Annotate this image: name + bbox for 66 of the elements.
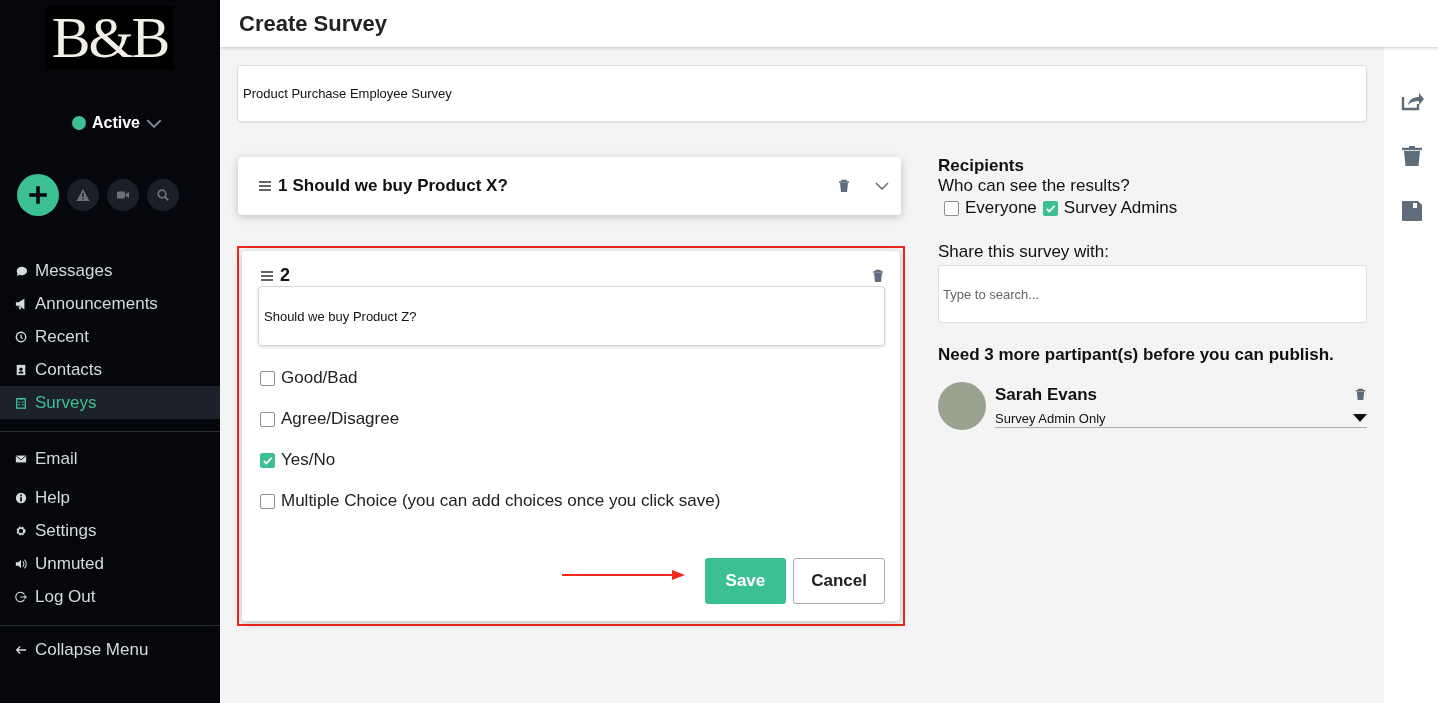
checkbox[interactable] — [260, 493, 275, 509]
nav-item[interactable]: Log Out — [0, 580, 220, 613]
question-input[interactable]: Should we buy Product Z? — [258, 286, 885, 346]
checkbox-label: Good/Bad — [281, 368, 358, 388]
chevron-down-icon — [146, 118, 162, 128]
nav-item[interactable]: Unmuted — [0, 547, 220, 580]
chat-bubble-icon — [15, 264, 27, 277]
drag-handle-icon — [260, 269, 274, 282]
nav-item[interactable]: Settings — [0, 514, 220, 547]
arrow-left-icon — [15, 644, 27, 656]
logout-icon — [15, 590, 27, 603]
new-button[interactable] — [17, 174, 59, 216]
clipboard-icon — [15, 396, 27, 409]
speaker-icon — [15, 557, 27, 570]
nav-item[interactable]: Contacts — [0, 353, 220, 386]
trash-icon[interactable] — [837, 179, 851, 193]
question-text: Who can see the results? — [938, 176, 1131, 196]
status-dot — [72, 116, 86, 130]
nav-item[interactable]: Announcements — [0, 287, 220, 320]
alert-button[interactable] — [67, 179, 99, 211]
field-label: Share this survey with: — [938, 242, 1110, 262]
trash-icon[interactable] — [1399, 143, 1424, 169]
caret-down-icon — [1353, 414, 1367, 422]
nav-item[interactable]: Recent — [0, 320, 220, 353]
nav-item[interactable]: Email — [0, 442, 220, 475]
checkbox[interactable] — [260, 370, 275, 386]
nav-item[interactable]: Messages — [0, 254, 220, 287]
checkbox[interactable] — [260, 452, 275, 468]
checkbox-label: Yes/No — [281, 450, 336, 470]
checkbox-label: Multiple Choice (you can add choices once you click save) — [281, 491, 721, 511]
checkbox[interactable] — [260, 411, 275, 427]
plus-icon — [27, 184, 49, 206]
megaphone-icon — [15, 297, 27, 310]
drag-handle-icon — [258, 180, 272, 192]
checkbox-label: Everyone — [965, 198, 1037, 218]
trash-icon[interactable] — [1354, 388, 1367, 401]
checkbox-label: Agree/Disagree — [281, 409, 400, 429]
checkbox-label: Survey Admins — [1063, 198, 1178, 218]
warning-icon — [76, 188, 90, 202]
page-title: Create Survey — [239, 10, 387, 37]
status-selector[interactable]: Active — [58, 114, 162, 132]
notice-text: Need 3 more partipant(s) before you can publish. — [938, 345, 1335, 365]
logo: B&B — [45, 6, 175, 70]
search-button[interactable] — [147, 179, 179, 211]
survey-name-field[interactable]: Product Purchase Employee Survey — [237, 65, 1367, 122]
checkbox[interactable] — [1042, 200, 1058, 216]
nav-item[interactable]: Surveys — [0, 386, 220, 419]
gear-icon — [15, 524, 27, 537]
envelope-icon — [15, 452, 27, 465]
video-button[interactable] — [107, 179, 139, 211]
section-title: Recipients — [938, 156, 1025, 176]
search-icon — [156, 188, 170, 202]
question-number: 2 — [280, 265, 291, 286]
collapse-menu-button[interactable]: Collapse Menu — [0, 626, 220, 660]
trash-icon[interactable] — [871, 268, 885, 283]
info-icon — [15, 491, 27, 504]
contact-card-icon — [15, 363, 27, 376]
participant-name: Sarah Evans — [995, 384, 1098, 405]
cancel-button[interactable]: Cancel — [793, 558, 885, 604]
nav-item[interactable]: Help — [0, 481, 220, 514]
search-field[interactable]: Type to search... — [938, 265, 1367, 323]
avatar-placeholder — [938, 382, 986, 430]
checkbox[interactable] — [944, 200, 959, 216]
role-dropdown[interactable]: Survey Admin Only — [995, 410, 1367, 428]
clock-icon — [15, 330, 27, 343]
chevron-down-icon[interactable] — [875, 182, 889, 190]
